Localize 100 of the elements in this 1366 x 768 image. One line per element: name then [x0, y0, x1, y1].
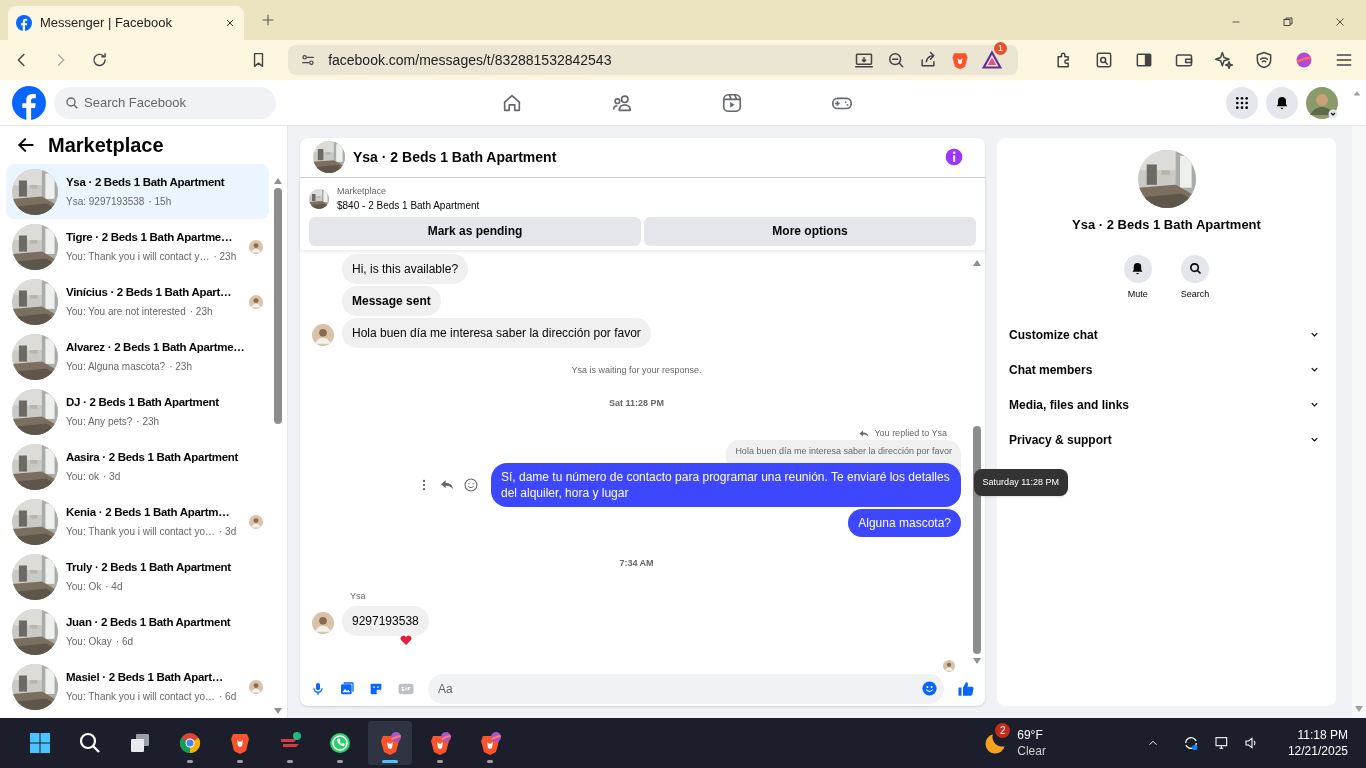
message-bubble: Hola buen día me interesa saber la dirección por favor	[342, 317, 651, 348]
info-icon[interactable]	[944, 147, 964, 168]
section-row[interactable]: Media, files and links	[1009, 387, 1324, 422]
search-icon	[1187, 261, 1203, 276]
message-time: · 3d	[103, 469, 121, 484]
date-text: 12/21/2025	[1287, 743, 1348, 759]
action-button[interactable]: More options	[644, 216, 976, 246]
address-bar[interactable]: facebook.com/messages/t/832881532842543 1	[288, 45, 1018, 75]
action-button[interactable]: Mark as pending	[309, 216, 641, 246]
facebook-logo-icon[interactable]	[12, 85, 46, 120]
scrollbar-thumb[interactable]	[973, 425, 981, 654]
conversation-name: Tigre · 2 Beds 1 Bath Apartme…	[66, 230, 233, 246]
profile-orb-icon[interactable]	[1294, 50, 1314, 70]
reply-note: You replied to Ysa	[874, 426, 947, 440]
install-app-icon[interactable]	[854, 50, 874, 70]
conversation-name: Juan · 2 Beds 1 Bath Apartment	[66, 615, 231, 631]
listing-label: Marketplace	[337, 184, 388, 198]
task-view-icon	[128, 731, 152, 755]
chat-title: Ysa · 2 Beds 1 Bath Apartment	[353, 147, 558, 167]
share-icon[interactable]	[918, 50, 938, 70]
search-icon	[64, 94, 80, 111]
notification-badge: 2	[995, 723, 1011, 738]
taskbar-app[interactable]	[368, 721, 412, 765]
scrollbar-thumb[interactable]	[274, 188, 282, 424]
lion-icon	[378, 731, 402, 755]
chat-bubble-icon	[328, 731, 352, 755]
search-button[interactable]	[1181, 254, 1209, 283]
message-time: · 6d	[219, 689, 237, 704]
profile-avatar-icon[interactable]	[1306, 86, 1338, 119]
message-preview: You: Ok	[66, 579, 102, 594]
message-bubble: Sí, dame tu número de contacto para programar una reunión. Te enviaré los detalles del alquiler, hora y lugar	[491, 462, 961, 507]
grid-icon	[1234, 94, 1250, 111]
bell-button[interactable]	[1123, 254, 1152, 283]
message-time: · 4d	[105, 579, 123, 594]
sender-name: Ysa	[350, 590, 367, 604]
lion-icon[interactable]	[950, 50, 970, 70]
chrome-icon	[178, 731, 202, 755]
back-arrow-icon[interactable]	[16, 135, 36, 155]
section-row[interactable]: Chat members	[1009, 352, 1324, 387]
notifications-button[interactable]	[1266, 86, 1298, 119]
contact-name: Ysa · 2 Beds 1 Bath Apartment	[1072, 216, 1261, 234]
message-preview: You: Any pets?	[66, 414, 133, 429]
lion-icon	[228, 731, 252, 755]
listing-title: $840 - 2 Beds 1 Bath Apartment	[337, 199, 480, 214]
message-time: · 23h	[213, 249, 237, 264]
message-time: · 3d	[219, 524, 237, 539]
scroll-down-icon[interactable]	[273, 706, 283, 716]
scroll-up-icon[interactable]	[273, 176, 283, 186]
windows-start-icon	[28, 731, 52, 755]
restore-icon[interactable]	[1282, 16, 1294, 28]
weather-condition: Clear	[1017, 743, 1046, 759]
sparkle-icon[interactable]	[1214, 50, 1234, 70]
conversation-name: Masiel · 2 Beds 1 Bath Apart…	[66, 670, 224, 686]
message-time: · 23h	[189, 304, 213, 319]
message-preview: You: Thank you i will contact y…	[66, 249, 210, 264]
clock[interactable]: 11:18 PM 12/21/2025	[1287, 727, 1348, 759]
message-time: · 6d	[115, 634, 133, 649]
message-time: · 15h	[148, 194, 172, 209]
scroll-down-icon[interactable]	[972, 655, 982, 666]
zoom-icon[interactable]	[886, 50, 906, 70]
message-preview: You: Alguna mascota?	[66, 359, 166, 374]
notification-badge: 1	[994, 42, 1007, 55]
browser-tab[interactable]: Messenger | Facebook	[8, 6, 244, 40]
url-text: facebook.com/messages/t/832881532842543	[328, 50, 613, 70]
section-row[interactable]: Customize chat	[1009, 317, 1324, 352]
message-bubble: Alguna mascota?	[848, 508, 961, 537]
photo-icon[interactable]	[339, 680, 355, 697]
message-preview: You: Okay	[66, 634, 112, 649]
message-input[interactable]: Aa	[428, 673, 944, 704]
microphone-icon[interactable]	[310, 680, 326, 697]
close-icon[interactable]	[1334, 16, 1346, 28]
sidebar-icon[interactable]	[1134, 50, 1154, 70]
site-settings-icon	[300, 52, 317, 68]
search-icon	[78, 731, 102, 755]
conversation-name: Kenia · 2 Beds 1 Bath Apartm…	[66, 505, 230, 521]
conversation-name: DJ · 2 Beds 1 Bath Apartment	[66, 395, 219, 411]
timestamp: Sat 11:28 PM	[608, 397, 665, 411]
status-note: Ysa is waiting for your response.	[570, 363, 703, 377]
conversation-name: Aasira · 2 Beds 1 Bath Apartment	[66, 450, 239, 466]
emoji-icon[interactable]	[921, 680, 938, 698]
network-icon[interactable]	[1213, 735, 1230, 751]
triangle-icon[interactable]	[982, 50, 1002, 70]
menu-button[interactable]	[1226, 86, 1258, 119]
action-label: Mute	[1127, 287, 1148, 301]
close-icon[interactable]	[224, 17, 236, 29]
video-icon[interactable]	[721, 91, 743, 114]
action-label: Search	[1180, 287, 1210, 301]
reader-icon[interactable]	[1094, 50, 1114, 70]
section-row[interactable]: Privacy & support	[1009, 422, 1324, 457]
lion-icon	[428, 731, 452, 755]
shield-icon[interactable]	[1254, 50, 1274, 70]
message-time: · 23h	[136, 414, 160, 429]
thumbs-up-icon[interactable]	[957, 679, 975, 698]
conversation-name: Vinícius · 2 Beds 1 Bath Apart…	[66, 285, 232, 301]
message-preview: Ysa: 9297193538	[66, 194, 145, 209]
conversation-item[interactable]: Ysa · 2 Beds 1 Bath Apartment Ysa: 9297193538 · 15h	[6, 164, 269, 219]
time-text: 11:18 PM	[1297, 727, 1348, 743]
message-preview: You: Thank you i will contact yo…	[66, 524, 215, 539]
emoji-icon[interactable]	[463, 476, 479, 493]
search-field[interactable]: Search Facebook	[54, 86, 276, 119]
